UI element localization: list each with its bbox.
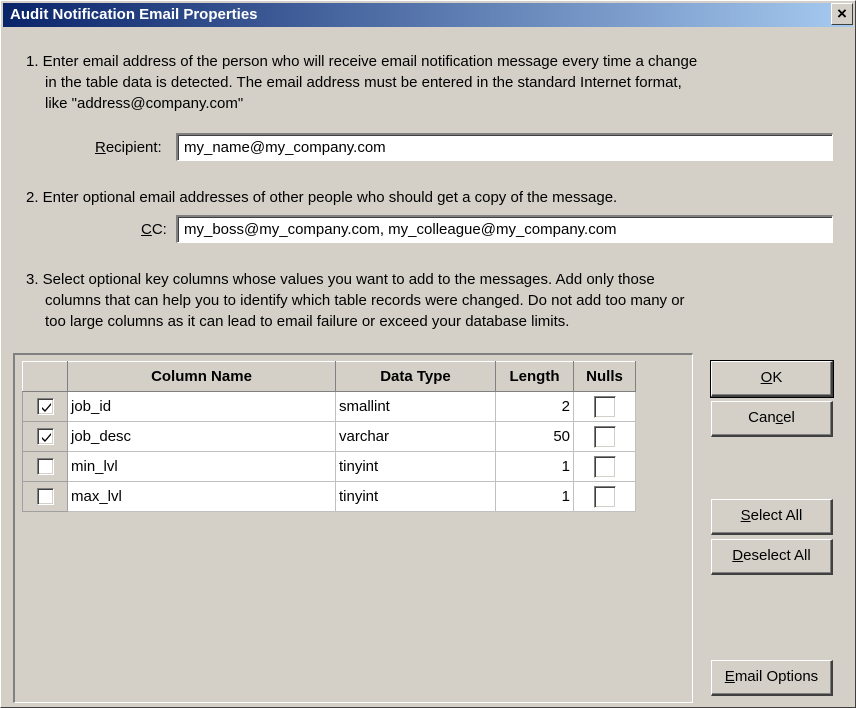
col-header-data-type[interactable]: Data Type [335,361,496,392]
table-row[interactable]: min_lvl tinyint 1 [22,451,636,482]
row-select-cell [22,481,68,512]
cell-nulls [573,421,636,452]
cancel-button[interactable]: Cancel [711,401,833,437]
table-row[interactable]: max_lvl tinyint 1 [22,481,636,512]
cell-data-type: varchar [335,421,496,452]
row-select-cell [22,421,68,452]
row-select-checkbox[interactable] [36,488,54,506]
step1-line1: 1. Enter email address of the person who… [26,53,698,70]
email-options-button[interactable]: Email Options [711,660,833,696]
nulls-checkbox[interactable] [593,455,616,478]
nulls-checkbox[interactable] [593,485,616,508]
cc-input[interactable]: my_boss@my_company.com, my_colleague@my_… [176,215,833,243]
ok-button[interactable]: OK [710,360,834,398]
col-header-length[interactable]: Length [495,361,574,392]
nulls-checkbox[interactable] [593,425,616,448]
window-title: Audit Notification Email Properties [10,6,258,23]
checkmark-icon [41,403,51,413]
cell-nulls [573,391,636,422]
cell-column-name: max_lvl [67,481,336,512]
grid-header-row: Column Name Data Type Length Nulls [22,361,636,392]
checkmark-icon [41,433,51,443]
cc-label: CC: [141,221,167,238]
cell-data-type: smallint [335,391,496,422]
recipient-input[interactable]: my_name@my_company.com [176,133,833,161]
dialog-window: Audit Notification Email Properties × 1.… [0,0,856,708]
row-selector-header [22,361,68,392]
step3-line3: too large columns as it can lead to emai… [45,313,570,330]
cell-data-type: tinyint [335,481,496,512]
row-select-checkbox[interactable] [36,398,54,416]
row-select-checkbox[interactable] [36,428,54,446]
columns-table: Column Name Data Type Length Nulls job_i… [22,361,636,512]
title-bar[interactable]: Audit Notification Email Properties × [3,3,853,27]
cell-column-name: job_id [67,391,336,422]
cell-nulls [573,481,636,512]
recipient-label: Recipient: [95,139,162,156]
step3-line1: 3. Select optional key columns whose val… [26,271,655,288]
cell-nulls [573,451,636,482]
row-select-cell [22,451,68,482]
step2-text: 2. Enter optional email addresses of oth… [26,189,618,206]
table-row[interactable]: job_id smallint 2 [22,391,636,422]
select-all-button[interactable]: Select All [711,499,833,535]
cell-column-name: job_desc [67,421,336,452]
cell-length: 50 [495,421,574,452]
cell-column-name: min_lvl [67,451,336,482]
columns-grid[interactable]: Column Name Data Type Length Nulls job_i… [13,353,693,703]
step3-line2: columns that can help you to identify wh… [45,292,685,309]
col-header-nulls[interactable]: Nulls [573,361,636,392]
close-button[interactable]: × [831,3,853,25]
row-select-cell [22,391,68,422]
cell-length: 1 [495,481,574,512]
step1-line3: like "address@company.com" [45,95,244,112]
nulls-checkbox[interactable] [593,395,616,418]
deselect-all-button[interactable]: Deselect All [711,539,833,575]
row-select-checkbox[interactable] [36,458,54,476]
cell-length: 1 [495,451,574,482]
table-row[interactable]: job_desc varchar 50 [22,421,636,452]
step1-line2: in the table data is detected. The email… [45,74,682,91]
col-header-column-name[interactable]: Column Name [67,361,336,392]
cell-data-type: tinyint [335,451,496,482]
cell-length: 2 [495,391,574,422]
